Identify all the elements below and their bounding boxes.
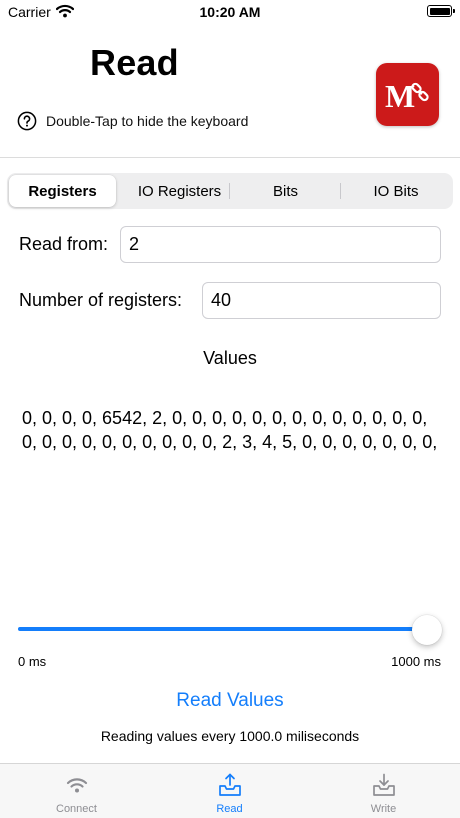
- read-from-label: Read from:: [19, 234, 109, 254]
- tray-download-icon: [371, 772, 397, 798]
- help-circle-icon: [17, 111, 37, 131]
- battery-icon: [427, 5, 455, 17]
- slider-min-label: 0 ms: [18, 654, 47, 669]
- read-values-button[interactable]: Read Values: [130, 688, 330, 714]
- tab-write[interactable]: Write: [307, 764, 460, 818]
- interval-slider-track[interactable]: [18, 627, 428, 631]
- keyboard-hint-text: Double-Tap to hide the keyboard: [46, 113, 249, 129]
- tab-connect[interactable]: Connect: [0, 764, 153, 818]
- slider-max-label: 1000 ms: [391, 654, 441, 669]
- segment-io-bits[interactable]: IO Bits: [341, 175, 451, 207]
- values-title: Values: [203, 348, 257, 368]
- keyboard-hint: Double-Tap to hide the keyboard: [17, 110, 248, 132]
- tab-connect-label: Connect: [56, 803, 97, 815]
- wifi-icon: [64, 772, 90, 798]
- tab-write-label: Write: [370, 803, 397, 815]
- status-bar: Carrier 10:20 AM: [0, 0, 460, 26]
- svg-text:M: M: [385, 78, 415, 114]
- reading-status-text: Reading values every 1000.0 miliseconds: [100, 728, 360, 744]
- register-count-field[interactable]: [202, 282, 441, 319]
- modbus-logo-icon: M: [376, 63, 439, 126]
- page-title: Read: [90, 42, 179, 83]
- register-type-segmented-control: Registers IO Registers Bits IO Bits: [7, 173, 453, 209]
- tab-read-label: Read: [216, 803, 243, 815]
- tab-bar: Connect Read Write: [0, 763, 460, 818]
- read-from-field[interactable]: [120, 226, 441, 263]
- header-divider: [0, 157, 460, 158]
- interval-slider-thumb[interactable]: [412, 615, 442, 645]
- tab-read[interactable]: Read: [153, 764, 306, 818]
- tray-upload-icon: [217, 772, 243, 798]
- segment-io-registers[interactable]: IO Registers: [123, 175, 236, 207]
- values-output: 0, 0, 0, 0, 6542, 2, 0, 0, 0, 0, 0, 0, 0…: [22, 408, 438, 452]
- register-count-label: Number of registers:: [19, 290, 183, 310]
- segment-bits[interactable]: Bits: [230, 175, 341, 207]
- segment-registers[interactable]: Registers: [9, 175, 116, 207]
- status-time: 10:20 AM: [199, 4, 261, 20]
